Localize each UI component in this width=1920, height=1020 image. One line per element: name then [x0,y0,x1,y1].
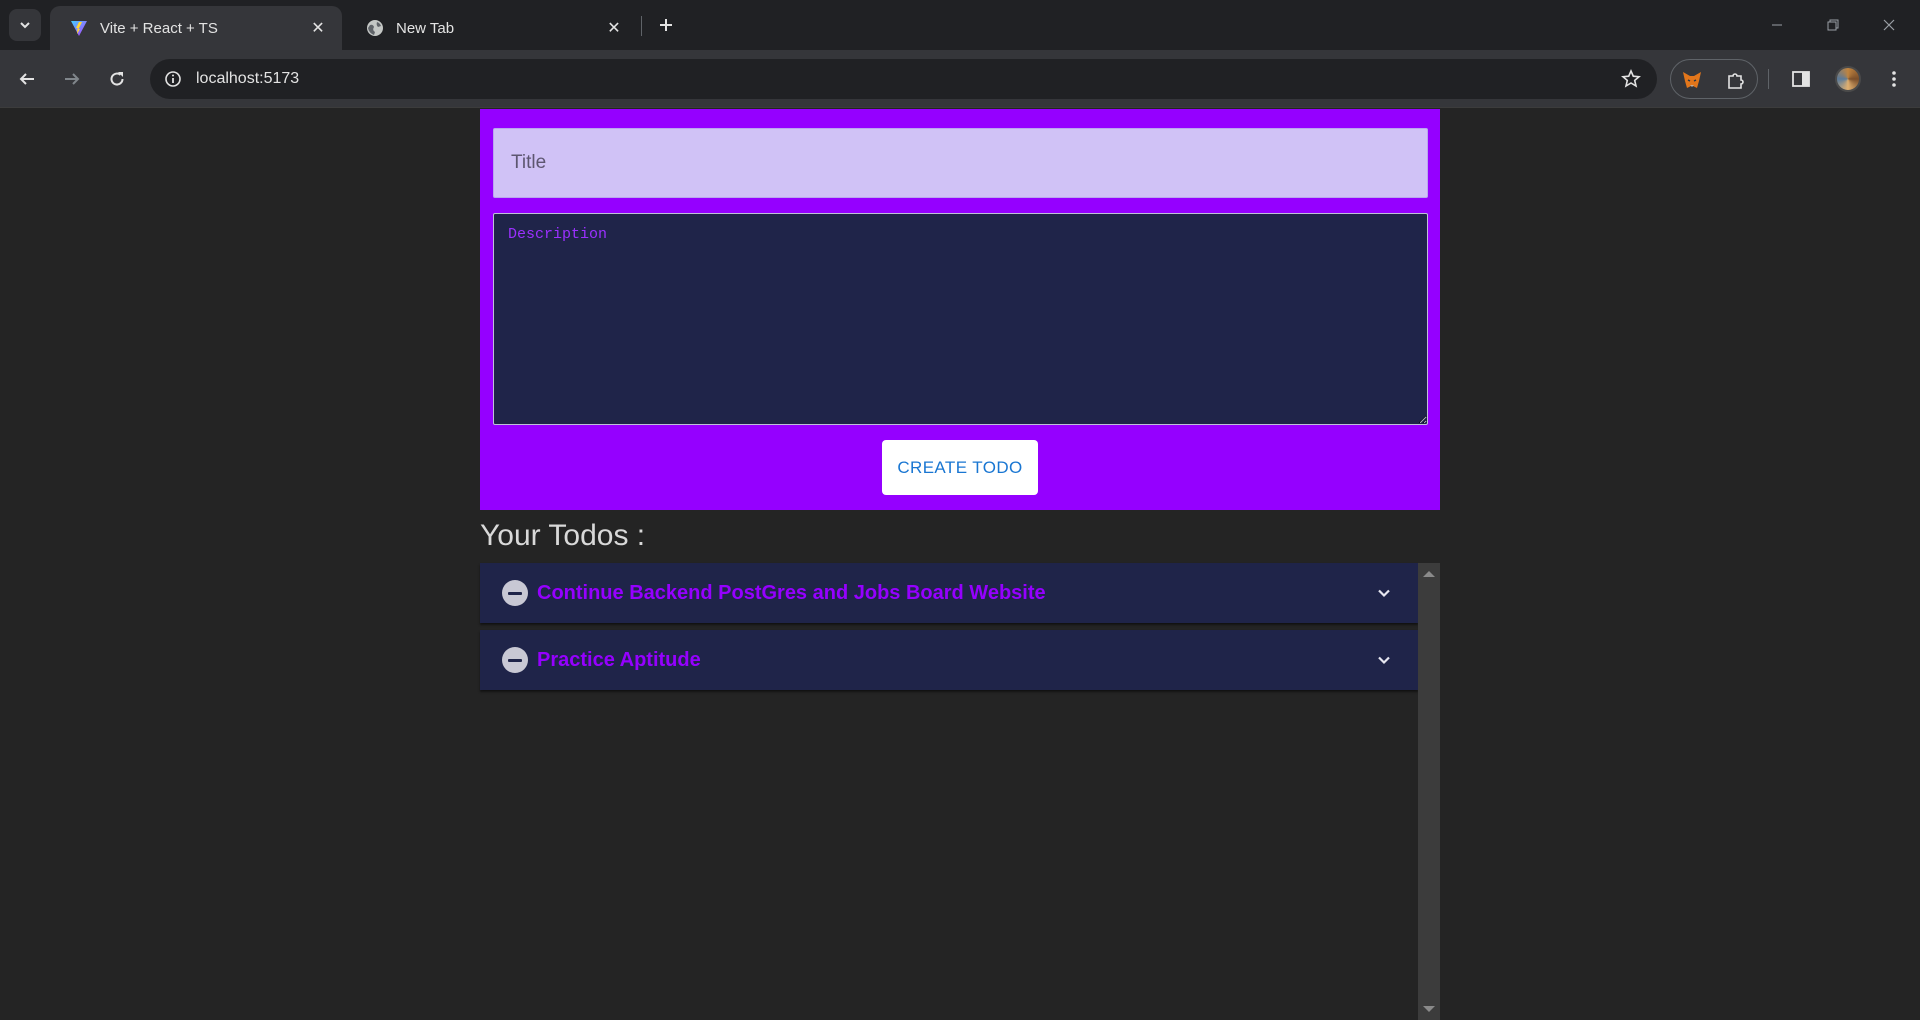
todo-title: Practice Aptitude [537,648,701,671]
new-tab-button[interactable] [650,9,682,41]
todo-list: Continue Backend PostGres and Jobs Board… [480,563,1418,697]
profile-avatar[interactable] [1835,66,1861,92]
address-bar[interactable]: localhost:5173 [150,59,1657,99]
description-textarea[interactable] [493,213,1428,425]
page-content: CREATE TODO Your Todos : Continue Backen… [0,109,1920,1020]
minimize-button[interactable] [1749,0,1805,50]
browser-tab-strip: Vite + React + TS ✕ New Tab ✕ [0,0,1920,50]
arrow-right-icon [65,73,80,85]
title-input[interactable] [493,128,1428,198]
toolbar-separator [1768,69,1769,89]
tab-title: New Tab [396,19,455,37]
todo-accordion-item[interactable]: Practice Aptitude [480,630,1418,690]
site-info-icon[interactable] [160,66,186,92]
side-panel-button[interactable] [1785,63,1817,95]
plus-icon [660,19,672,31]
bookmark-star-icon[interactable] [1619,67,1643,91]
todo-accordion-item[interactable]: Continue Backend PostGres and Jobs Board… [480,563,1418,623]
url-text: localhost:5173 [196,70,300,87]
remove-circle-icon[interactable] [502,647,528,673]
tab-vite-react-ts[interactable]: Vite + React + TS ✕ [50,6,342,50]
scroll-down-arrow-icon[interactable] [1423,1006,1435,1012]
chevron-down-icon [20,22,30,29]
more-vertical-icon [1892,71,1896,87]
metamask-fox-icon[interactable] [1679,67,1705,93]
globe-icon [366,19,384,37]
close-icon [1883,19,1895,31]
forward-button[interactable] [56,63,88,95]
side-panel-icon [1792,71,1810,87]
todo-list-scrollbar[interactable] [1418,563,1440,1020]
expand-chevron-icon[interactable] [1372,581,1396,605]
create-todo-form: CREATE TODO [480,109,1440,510]
close-tab-icon[interactable]: ✕ [306,16,330,40]
puzzle-extensions-icon[interactable] [1723,67,1749,93]
reload-icon [110,72,124,86]
todos-heading: Your Todos : [480,519,646,552]
todo-title: Continue Backend PostGres and Jobs Board… [537,581,1046,604]
arrow-left-icon [19,73,34,85]
expand-chevron-icon[interactable] [1372,648,1396,672]
tab-title: Vite + React + TS [100,19,218,37]
browser-menu-button[interactable] [1878,63,1910,95]
restore-button[interactable] [1805,0,1861,50]
reload-button[interactable] [101,63,133,95]
close-tab-icon[interactable]: ✕ [602,16,626,40]
vite-icon [70,19,88,37]
extensions-group [1670,59,1758,99]
close-window-button[interactable] [1861,0,1917,50]
tab-divider [641,16,642,36]
back-button[interactable] [11,63,43,95]
browser-toolbar: localhost:5173 [0,50,1920,108]
scroll-up-arrow-icon[interactable] [1423,571,1435,577]
remove-circle-icon[interactable] [502,580,528,606]
minimize-icon [1772,24,1782,26]
restore-icon [1827,19,1839,31]
tab-new-tab[interactable]: New Tab ✕ [346,6,638,50]
tab-search-button[interactable] [9,9,41,41]
create-todo-button[interactable]: CREATE TODO [882,440,1038,495]
